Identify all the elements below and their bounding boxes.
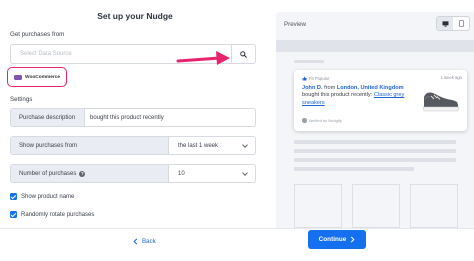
- page-title: Set up your Nudge: [97, 11, 173, 21]
- show-purchases-from-field[interactable]: Show purchases from the last 1 week: [10, 136, 256, 155]
- randomly-rotate-label: Randomly rotate purchases: [21, 211, 95, 218]
- mobile-icon: [458, 20, 464, 27]
- footer-divider: [0, 228, 474, 229]
- popular-badge-text: Fit Popular: [309, 76, 330, 81]
- highlight-arrow-icon: [176, 51, 230, 65]
- mock-card: [294, 184, 342, 228]
- mock-skeleton-line: [294, 60, 324, 63]
- continue-button-label: Continue: [318, 236, 347, 243]
- number-of-purchases-label: Number of purchases: [19, 170, 77, 177]
- mock-skeleton-line: [294, 149, 456, 153]
- settings-label: Settings: [10, 96, 33, 103]
- number-of-purchases-select[interactable]: 10: [178, 165, 185, 182]
- popular-badge: Fit Popular: [302, 76, 329, 81]
- back-button[interactable]: Back: [133, 234, 156, 248]
- verified-text: Verified by Nudgify: [308, 118, 342, 123]
- mock-card: [352, 184, 400, 228]
- show-product-name-label: Show product name: [21, 193, 75, 200]
- help-icon[interactable]: ?: [79, 170, 86, 177]
- desktop-icon: [442, 20, 448, 27]
- nudge-timestamp: 1 week ago: [440, 75, 462, 80]
- search-icon: [240, 50, 247, 58]
- chevron-right-icon: [351, 236, 355, 243]
- mock-skeleton-line: [294, 140, 456, 144]
- show-product-name-checkbox[interactable]: [10, 193, 17, 200]
- show-product-name-option[interactable]: Show product name: [10, 193, 74, 200]
- purchases-source-label: Get purchases from: [10, 31, 65, 38]
- number-of-purchases-label-wrap: Number of purchases ?: [11, 165, 169, 182]
- back-button-label: Back: [142, 237, 156, 245]
- preview-label: Preview: [284, 21, 307, 28]
- sneaker-product-icon: [422, 92, 460, 112]
- mock-site-header: [276, 40, 474, 52]
- show-purchases-from-select[interactable]: the last 1 week: [178, 137, 218, 154]
- chevron-left-icon: [133, 238, 138, 244]
- woocommerce-chip-label: WooCommerce: [25, 74, 61, 80]
- verified-check-icon: [302, 118, 307, 123]
- continue-button[interactable]: Continue: [308, 230, 366, 249]
- mock-skeleton-line: [294, 158, 456, 162]
- chevron-down-icon: [242, 170, 248, 176]
- device-toggle[interactable]: [436, 16, 470, 31]
- show-purchases-from-label: Show purchases from: [11, 137, 169, 154]
- from-word: from: [324, 85, 336, 91]
- randomly-rotate-checkbox[interactable]: [10, 211, 17, 218]
- preview-panel: Preview Fit Popular 1 week ago John D. f…: [276, 12, 474, 228]
- purchase-description-field[interactable]: Purchase description bought this product…: [10, 108, 256, 127]
- buyer-location: London, United Kingdom: [336, 85, 404, 91]
- mock-skeleton-line: [294, 167, 414, 171]
- randomly-rotate-option[interactable]: Randomly rotate purchases: [10, 211, 94, 218]
- nudge-message: John D. from London, United Kingdom boug…: [302, 85, 420, 107]
- desktop-view-button[interactable]: [437, 17, 453, 30]
- mock-card: [410, 184, 458, 228]
- nudge-notification: Fit Popular 1 week ago John D. from Lond…: [294, 70, 467, 131]
- number-of-purchases-field[interactable]: Number of purchases ? 10: [10, 164, 256, 183]
- nudge-setup-page: Set up your Nudge Get purchases from Sel…: [0, 0, 474, 261]
- verified-by: Verified by Nudgify: [302, 118, 342, 123]
- chevron-down-icon: [242, 142, 248, 148]
- purchase-message: bought this product recently:: [302, 92, 373, 99]
- purchase-description-input[interactable]: bought this product recently: [90, 109, 164, 126]
- data-source-search-placeholder: Select Data Source: [20, 51, 72, 57]
- woocommerce-logo-icon: [14, 74, 22, 80]
- buyer-name: John D.: [302, 85, 323, 91]
- mobile-view-button[interactable]: [453, 17, 469, 30]
- woocommerce-source-chip[interactable]: WooCommerce: [7, 67, 67, 87]
- purchase-description-label: Purchase description: [11, 109, 85, 126]
- thumbs-up-icon: [302, 76, 307, 81]
